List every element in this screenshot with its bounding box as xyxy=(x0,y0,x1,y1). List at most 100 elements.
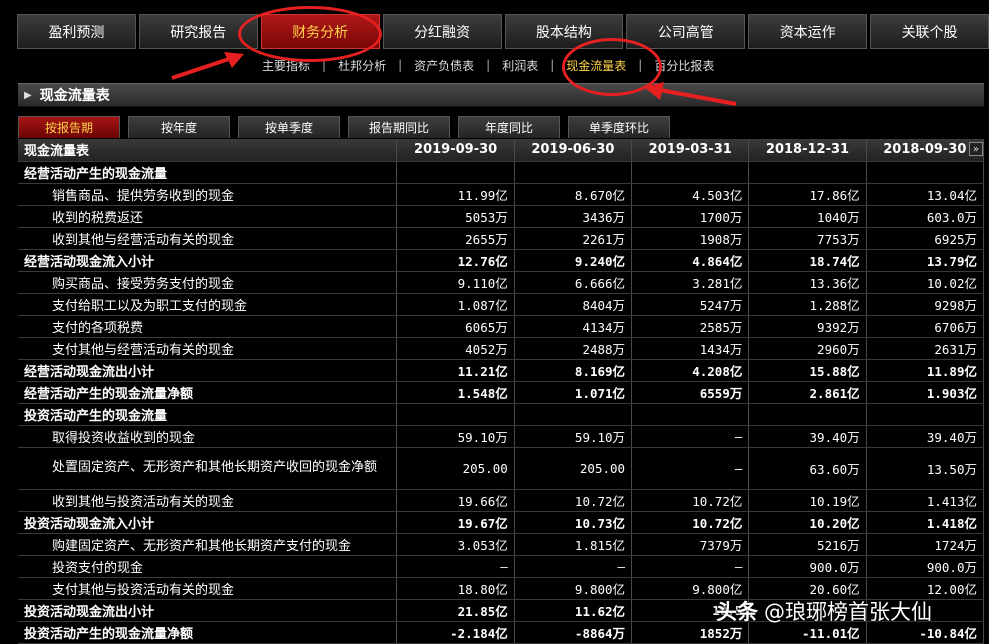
row-label: 收到其他与经营活动有关的现金 xyxy=(18,227,398,250)
table-row[interactable]: 收到其他与投资活动有关的现金 19.66亿 10.72亿 10.72亿 10.19亿 1.… xyxy=(18,489,985,512)
row-value: 9.110亿 xyxy=(396,271,515,294)
row-value xyxy=(396,161,515,184)
tab-1[interactable]: 按年度 xyxy=(128,116,230,138)
column-header-date[interactable]: 2018-12-31 xyxy=(748,139,867,162)
subnav-item-1[interactable]: 杜邦分析 xyxy=(338,57,386,74)
table-row[interactable]: 投资活动现金流入小计 19.67亿 10.73亿 10.72亿 10.20亿 1.418亿 xyxy=(18,511,985,534)
tab-2[interactable]: 按单季度 xyxy=(238,116,340,138)
table-row[interactable]: 经营活动产生的现金流量 xyxy=(18,161,985,184)
row-value: 9298万 xyxy=(866,293,985,316)
nav-item-row2-0[interactable]: 盈利预测 xyxy=(17,14,136,49)
row-value: 19.67亿 xyxy=(396,511,515,534)
row-label: 经营活动现金流出小计 xyxy=(18,359,398,382)
subnav-item-3[interactable]: 利润表 xyxy=(502,57,538,74)
row-value: -8864万 xyxy=(514,621,633,644)
table-row[interactable]: 支付给职工以及为职工支付的现金 1.087亿 8404万 5247万 1.288亿 929… xyxy=(18,293,985,316)
row-value: 10.73亿 xyxy=(514,511,633,534)
row-label: 投资活动产生的现金流量净额 xyxy=(18,621,398,644)
column-header-date[interactable]: 2018-09-30 xyxy=(866,139,985,162)
subnav-item-5[interactable]: 百分比报表 xyxy=(654,57,714,74)
cash-flow-table: 现金流量表 2019-09-30 2019-06-30 2019-03-31 2018-… xyxy=(18,139,985,644)
table-row[interactable]: 销售商品、提供劳务收到的现金 11.99亿 8.670亿 4.503亿 17.86亿 13… xyxy=(18,183,985,206)
nav-row-2: 盈利预测 研究报告 财务分析 分红融资 股本结构 公司高管 资本运作 关联个股 xyxy=(0,14,989,49)
annotation-arrow-left-icon xyxy=(171,52,244,80)
row-value: 3.053亿 xyxy=(396,533,515,556)
row-label: 购建固定资产、无形资产和其他长期资产支付的现金 xyxy=(18,533,398,556)
table-row[interactable]: 购买商品、接受劳务支付的现金 9.110亿 6.666亿 3.281亿 13.36亿 10… xyxy=(18,271,985,294)
row-label: 销售商品、提供劳务收到的现金 xyxy=(18,183,398,206)
table-row[interactable]: 取得投资收益收到的现金 59.10万 59.10万 —39.40万 39.40万 xyxy=(18,425,985,448)
row-value: 11.21亿 xyxy=(396,359,515,382)
row-value: 13.79亿 xyxy=(866,249,985,272)
row-value: 900.0万 xyxy=(866,555,985,578)
tab-0[interactable]: 按报告期 xyxy=(18,116,120,138)
tab-4[interactable]: 年度同比 xyxy=(458,116,560,138)
row-value: 8.670亿 xyxy=(514,183,633,206)
row-value: 10.72亿 xyxy=(514,489,633,512)
row-label: 经营活动现金流入小计 xyxy=(18,249,398,272)
row-value: 6065万 xyxy=(396,315,515,338)
tab-5[interactable]: 单季度环比 xyxy=(568,116,670,138)
more-columns-button[interactable]: » xyxy=(969,142,983,156)
table-row[interactable]: 经营活动产生的现金流量净额 1.548亿 1.071亿 6559万 2.861亿 1.90… xyxy=(18,381,985,404)
table-row[interactable]: 收到的税费返还 5053万 3436万 1700万 1040万 603.0万 xyxy=(18,205,985,228)
table-row[interactable]: 处置固定资产、无形资产和其他长期资产收回的现金净额 205.00 205.00—63… xyxy=(18,447,985,490)
row-value: 18.80亿 xyxy=(396,577,515,600)
row-label: 购买商品、接受劳务支付的现金 xyxy=(18,271,398,294)
row-label: 收到的税费返还 xyxy=(18,205,398,228)
row-value: 4052万 xyxy=(396,337,515,360)
row-label: 支付给职工以及为职工支付的现金 xyxy=(18,293,398,316)
subnav-item-2[interactable]: 资产负债表 xyxy=(414,57,474,74)
row-label: 投资活动产生的现金流量 xyxy=(18,403,398,426)
row-label: 支付其他与经营活动有关的现金 xyxy=(18,337,398,360)
nav-item-row2-5[interactable]: 公司高管 xyxy=(626,14,746,49)
table-row[interactable]: 收到其他与经营活动有关的现金 2655万 2261万 1908万 7753万 6925万 xyxy=(18,227,985,250)
period-tabs: 按报告期 按年度 按单季度 报告期同比 年度同比 单季度环比 xyxy=(18,116,678,138)
row-value: 11.99亿 xyxy=(396,183,515,206)
row-value xyxy=(514,161,633,184)
row-value: 4134万 xyxy=(514,315,633,338)
row-value: 7753万 xyxy=(748,227,867,250)
table-row[interactable]: 支付的各项税费 6065万 4134万 2585万 9392万 6706万 xyxy=(18,315,985,338)
row-value: 10.72亿 xyxy=(631,489,750,512)
row-value: 59.10万 xyxy=(396,425,515,448)
row-label: 经营活动产生的现金流量 xyxy=(18,161,398,184)
row-value xyxy=(748,403,867,426)
row-value: 6925万 xyxy=(866,227,985,250)
row-value: 17.86亿 xyxy=(748,183,867,206)
row-value: 9392万 xyxy=(748,315,867,338)
row-value: 1724万 xyxy=(866,533,985,556)
row-value: 39.40万 xyxy=(748,425,867,448)
nav-item-row2-3[interactable]: 分红融资 xyxy=(382,14,502,49)
table-title-header: 现金流量表 xyxy=(18,139,398,162)
row-value: 1.903亿 xyxy=(866,381,985,404)
row-value: 13.36亿 xyxy=(748,271,867,294)
row-value: 11.89亿 xyxy=(866,359,985,382)
row-value: 10.19亿 xyxy=(748,489,867,512)
row-value: 1.413亿 xyxy=(866,489,985,512)
column-header-date[interactable]: 2019-09-30 xyxy=(396,139,515,162)
column-header-date[interactable]: 2019-06-30 xyxy=(514,139,633,162)
nav-item-row2-7[interactable]: 关联个股 xyxy=(870,14,989,49)
top-nav: 操作分析股东研究经营分析核心题材实时公告公司大事公司概况同行比较 盈利预测研究报… xyxy=(0,0,989,50)
subnav-separator: | xyxy=(486,58,491,72)
row-value: 10.20亿 xyxy=(748,511,867,534)
table-row[interactable]: 投资支付的现金 — — —900.0万 900.0万 xyxy=(18,555,985,578)
row-value: 59.10万 xyxy=(514,425,633,448)
row-value xyxy=(866,161,985,184)
row-value: 13.50万 xyxy=(866,447,985,490)
nav-item-row2-6[interactable]: 资本运作 xyxy=(748,14,868,49)
table-row[interactable]: 投资活动产生的现金流量 xyxy=(18,403,985,426)
row-value: 11.62亿 xyxy=(514,599,633,622)
table-row[interactable]: 经营活动现金流入小计 12.76亿 9.240亿 4.864亿 18.74亿 13.79亿 xyxy=(18,249,985,272)
tab-3[interactable]: 报告期同比 xyxy=(348,116,450,138)
table-row[interactable]: 经营活动现金流出小计 11.21亿 8.169亿 4.208亿 15.88亿 11.89亿 xyxy=(18,359,985,382)
column-header-date[interactable]: 2019-03-31 xyxy=(631,139,750,162)
row-value xyxy=(631,161,750,184)
row-value: 9.240亿 xyxy=(514,249,633,272)
row-value: 6.666亿 xyxy=(514,271,633,294)
table-row[interactable]: 支付其他与经营活动有关的现金 4052万 2488万 1434万 2960万 2631万 xyxy=(18,337,985,360)
table-row[interactable]: 购建固定资产、无形资产和其他长期资产支付的现金 3.053亿 1.815亿 7379万… xyxy=(18,533,985,556)
row-value xyxy=(866,403,985,426)
section-header[interactable]: ▶ 现金流量表 xyxy=(18,83,984,107)
